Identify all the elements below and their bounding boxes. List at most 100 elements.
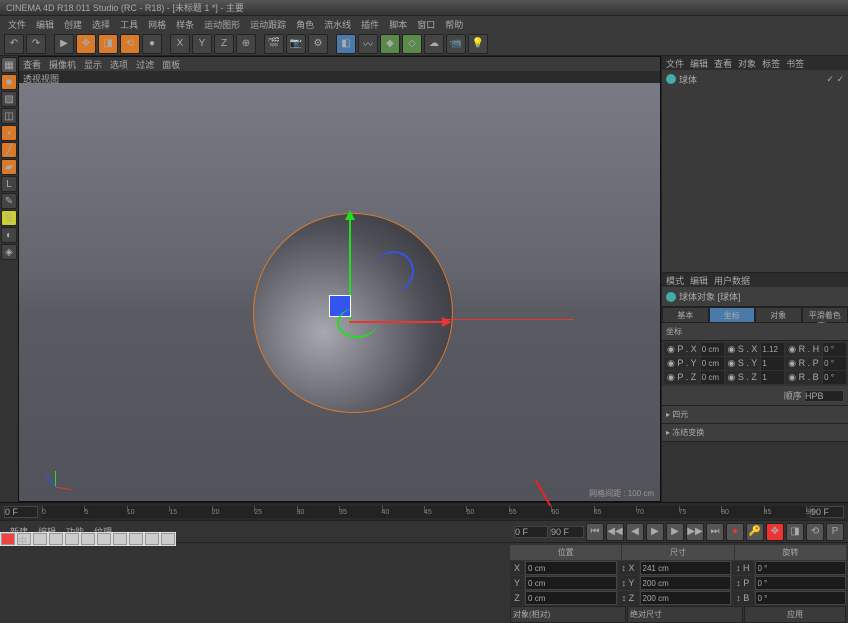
material-manager[interactable] — [0, 543, 508, 596]
menu-select[interactable]: 选择 — [92, 18, 110, 31]
model-mode[interactable]: ■ — [1, 74, 17, 90]
task-icon[interactable] — [97, 533, 111, 545]
rot-h[interactable] — [755, 561, 847, 575]
generator[interactable]: ◆ — [380, 34, 400, 54]
quaternion-section[interactable]: ▸ 四元 — [662, 406, 848, 424]
perspective-viewport[interactable]: 网格间距 : 100 cm — [19, 83, 660, 501]
menu-create[interactable]: 创建 — [64, 18, 82, 31]
task-icon[interactable] — [33, 533, 47, 545]
mode-rel[interactable] — [510, 606, 626, 623]
rotate-tool[interactable]: ⟲ — [120, 34, 140, 54]
deformer[interactable]: ◇ — [402, 34, 422, 54]
workplane[interactable]: ◫ — [1, 108, 17, 124]
om-file[interactable]: 文件 — [666, 57, 684, 69]
attr-userdata[interactable]: 用户数据 — [714, 274, 750, 286]
view-tab[interactable]: 查看 — [23, 58, 41, 70]
mode-abs[interactable] — [627, 606, 743, 623]
frame-end[interactable] — [810, 506, 844, 518]
size-y[interactable] — [640, 576, 731, 590]
input-pz[interactable] — [701, 371, 724, 384]
rot-b[interactable] — [755, 591, 847, 605]
menu-pipeline[interactable]: 流水线 — [324, 18, 351, 31]
z-lock[interactable]: Z — [214, 34, 234, 54]
task-icon[interactable] — [65, 533, 79, 545]
environment[interactable]: ☁ — [424, 34, 444, 54]
key-param[interactable]: P — [826, 523, 844, 541]
object-item-sphere[interactable]: 球体 ✓ ✓ — [666, 72, 844, 86]
menu-window[interactable]: 窗口 — [417, 18, 435, 31]
goto-start[interactable]: ⏮ — [586, 523, 604, 541]
render-view[interactable]: 🎬 — [264, 34, 284, 54]
select-tool[interactable]: ▶ — [54, 34, 74, 54]
menu-file[interactable]: 文件 — [8, 18, 26, 31]
viewport-solo[interactable]: ◐ — [1, 227, 17, 243]
display-tab[interactable]: 显示 — [84, 58, 102, 70]
attr-mode[interactable]: 模式 — [666, 274, 684, 286]
tab-object[interactable]: 对象 — [755, 307, 802, 323]
tab-coord[interactable]: 坐标 — [709, 307, 756, 323]
menu-spline[interactable]: 样条 — [176, 18, 194, 31]
menu-mesh[interactable]: 网格 — [148, 18, 166, 31]
task-icon[interactable] — [81, 533, 95, 545]
input-px[interactable] — [701, 343, 724, 356]
edge-mode[interactable]: ╱ — [1, 142, 17, 158]
freeze-section[interactable]: ▸ 冻结变换 — [662, 424, 848, 442]
menu-character[interactable]: 角色 — [296, 18, 314, 31]
coord-system[interactable]: ⊕ — [236, 34, 256, 54]
key-scale[interactable]: ◨ — [786, 523, 804, 541]
snap-toggle[interactable]: S — [1, 210, 17, 226]
filter-tab[interactable]: 过滤 — [136, 58, 154, 70]
redo-button[interactable]: ↷ — [26, 34, 46, 54]
tab-phong[interactable]: 平滑着色(Pho — [802, 307, 848, 323]
y-lock[interactable]: Y — [192, 34, 212, 54]
options-tab[interactable]: 选项 — [110, 58, 128, 70]
light[interactable]: 💡 — [468, 34, 488, 54]
spline-primitive[interactable]: 〰 — [358, 34, 378, 54]
autokey-button[interactable]: 🔑 — [746, 523, 764, 541]
cur-end[interactable] — [550, 526, 584, 538]
om-edit[interactable]: 编辑 — [690, 57, 708, 69]
prev-frame[interactable]: ◀ — [626, 523, 644, 541]
frame-start[interactable] — [4, 506, 38, 518]
goto-end[interactable]: ⏭ — [706, 523, 724, 541]
tweak-mode[interactable]: ✎ — [1, 193, 17, 209]
prev-key[interactable]: ◀◀ — [606, 523, 624, 541]
pos-z[interactable] — [525, 591, 616, 605]
render-settings[interactable]: ⚙ — [308, 34, 328, 54]
apply-button[interactable]: 应用 — [744, 606, 846, 623]
panel-tab[interactable]: 面板 — [162, 58, 180, 70]
key-pos[interactable]: ✥ — [766, 523, 784, 541]
play-button[interactable]: ▶ — [646, 523, 664, 541]
object-manager[interactable]: 球体 ✓ ✓ — [662, 70, 848, 272]
x-lock[interactable]: X — [170, 34, 190, 54]
menu-mograph[interactable]: 运动图形 — [204, 18, 240, 31]
next-key[interactable]: ▶▶ — [686, 523, 704, 541]
task-icon[interactable] — [49, 533, 63, 545]
camera-tab[interactable]: 摄像机 — [49, 58, 76, 70]
input-py[interactable] — [701, 357, 724, 370]
attr-edit[interactable]: 编辑 — [690, 274, 708, 286]
scale-tool[interactable]: ◨ — [98, 34, 118, 54]
cur-start[interactable] — [514, 526, 548, 538]
pos-x[interactable] — [525, 561, 616, 575]
input-sy[interactable] — [761, 357, 784, 370]
input-rp[interactable] — [823, 357, 846, 370]
menu-track[interactable]: 运动跟踪 — [250, 18, 286, 31]
size-z[interactable] — [640, 591, 731, 605]
size-x[interactable] — [640, 561, 731, 575]
om-tags[interactable]: 标签 — [762, 57, 780, 69]
move-tool[interactable]: ✥ — [76, 34, 96, 54]
next-frame[interactable]: ▶ — [666, 523, 684, 541]
point-mode[interactable]: • — [1, 125, 17, 141]
timeline-ruler[interactable]: 051015202530354045505560657075808590 — [42, 506, 806, 518]
task-icon[interactable] — [113, 533, 127, 545]
poly-mode[interactable]: ▰ — [1, 159, 17, 175]
task-icon[interactable]: 中 — [17, 533, 31, 545]
menu-script[interactable]: 脚本 — [389, 18, 407, 31]
tab-basic[interactable]: 基本 — [662, 307, 709, 323]
make-editable[interactable]: ▦ — [1, 57, 17, 73]
rot-p[interactable] — [755, 576, 847, 590]
last-tool[interactable]: ● — [142, 34, 162, 54]
menu-help[interactable]: 帮助 — [445, 18, 463, 31]
record-button[interactable]: ● — [726, 523, 744, 541]
